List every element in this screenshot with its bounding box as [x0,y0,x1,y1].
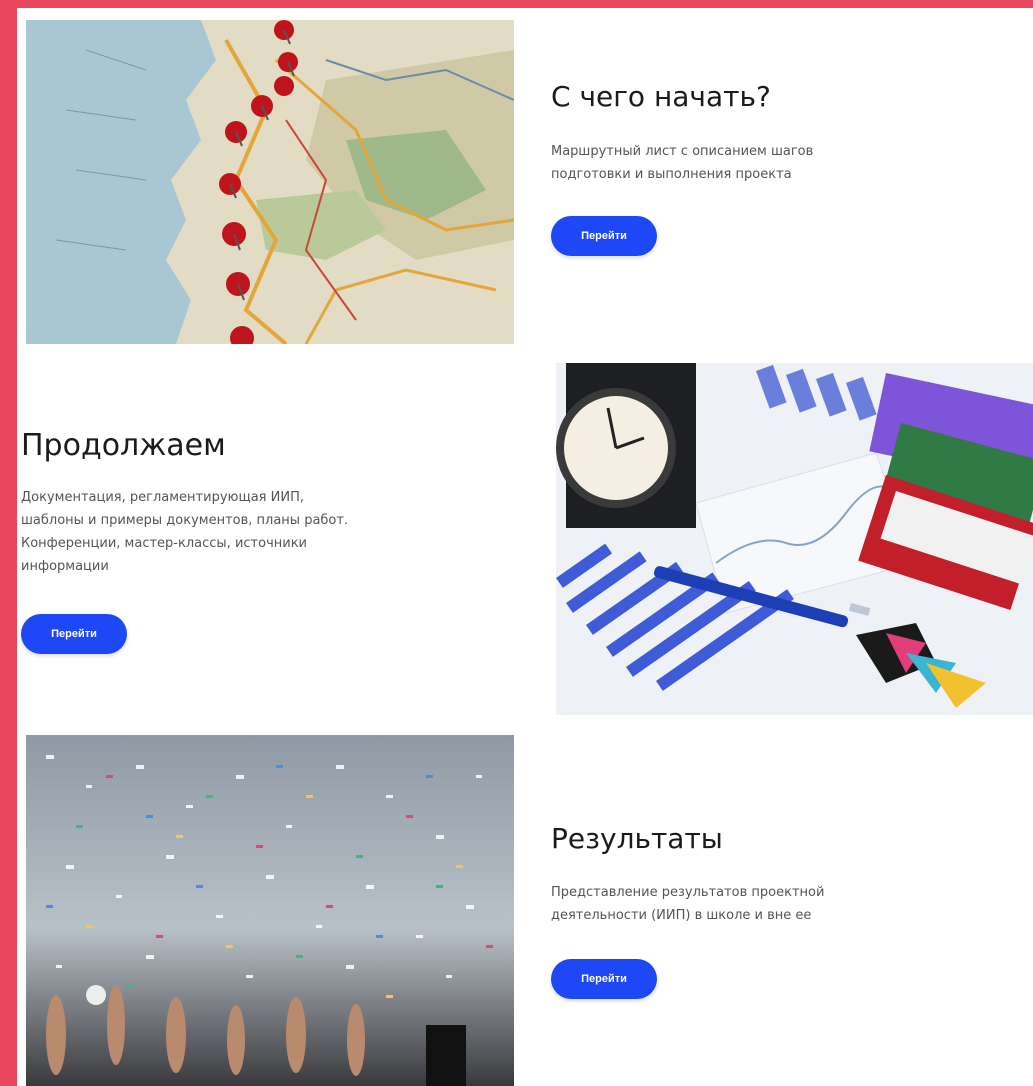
page-content: С чего начать? Маршрутный лист с описани… [17,8,1033,1086]
office-documents-image [556,363,1033,715]
go-button-results[interactable]: Перейти [551,959,657,999]
go-button-continue[interactable]: Перейти [21,614,127,654]
card-description-start: Маршрутный лист с описанием шагов подгот… [551,144,814,182]
card-description-continue: Документация, регламентирующая ИИП, шабл… [21,490,349,574]
card-title-continue: Продолжаем [21,428,226,463]
card-title-start: С чего начать? [551,80,771,113]
card-title-results: Результаты [551,822,723,855]
card-description-results: Представление результатов проектной деят… [551,885,825,923]
go-button-start[interactable]: Перейти [551,216,657,256]
top-frame-border [0,0,1033,8]
confetti-image [26,735,514,1086]
left-frame-border [0,0,17,1086]
map-image [26,20,514,344]
